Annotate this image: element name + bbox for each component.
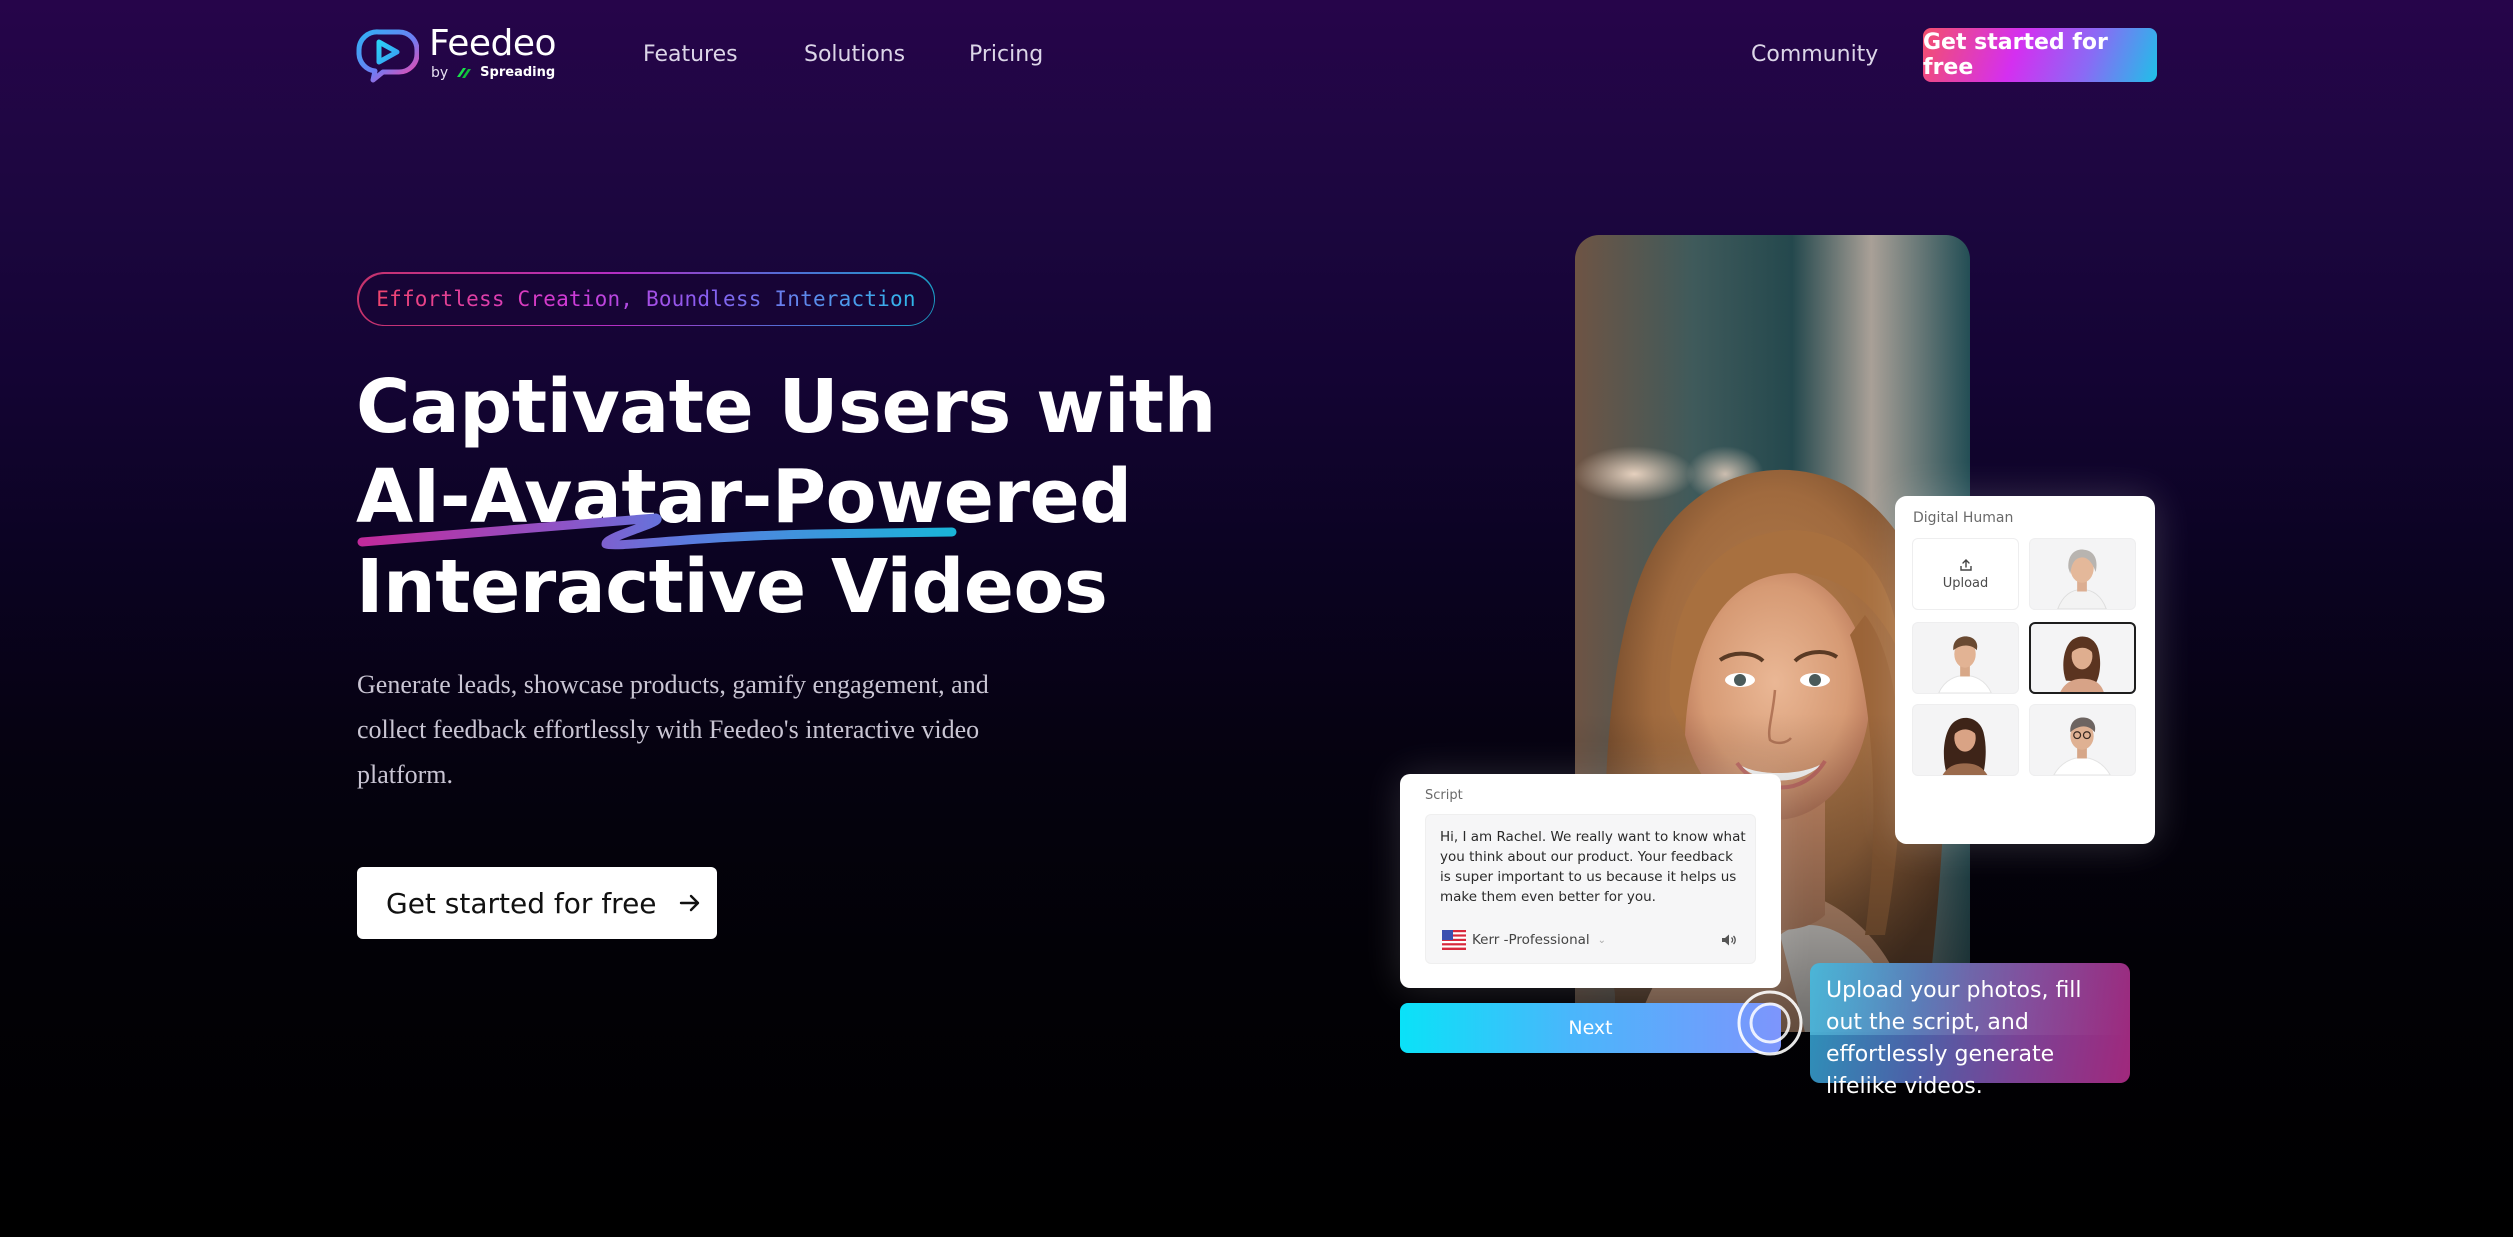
avatar-long-hair-woman-image: [1942, 717, 1988, 775]
by-label: by: [431, 65, 449, 81]
digital-human-panel: Digital Human Upload: [1895, 496, 2155, 844]
nav-community[interactable]: Community: [1751, 40, 1878, 70]
nav-pricing[interactable]: Pricing: [969, 40, 1043, 70]
avatar-option-brunette-woman-selected[interactable]: [2029, 622, 2136, 694]
script-panel: Script Hi, I am Rachel. We really want t…: [1400, 774, 1781, 988]
script-label: Script: [1425, 788, 1463, 803]
spreading-logo-icon: [457, 68, 472, 78]
hero-get-started-button[interactable]: Get started for free: [357, 867, 717, 939]
arrow-right-icon: [679, 894, 699, 912]
avatar-option-young-man[interactable]: [1912, 622, 2019, 694]
brand-name: Feedeo: [429, 23, 557, 64]
upload-icon: [1959, 558, 1972, 571]
callout-text: Upload your photos, fill out the script,…: [1826, 978, 2082, 1099]
hero-title: Captivate Users with AI-Avatar-Powered I…: [356, 362, 1216, 632]
digital-human-title: Digital Human: [1913, 510, 2014, 526]
next-button[interactable]: Next: [1400, 1003, 1781, 1053]
script-textarea[interactable]: Hi, I am Rachel. We really want to know …: [1425, 814, 1756, 964]
avatar-man-with-glasses-image: [2053, 717, 2111, 775]
tagline-pill: Effortless Creation, Boundless Interacti…: [357, 272, 935, 326]
upload-label: Upload: [1942, 575, 1989, 591]
avatar-option-man-with-glasses[interactable]: [2029, 704, 2136, 776]
upload-avatar-button[interactable]: Upload: [1912, 538, 2019, 610]
avatar-young-man-image: [1938, 636, 1992, 693]
brand-byline: by Spreading: [431, 64, 555, 82]
avatar-option-older-woman[interactable]: [2029, 538, 2136, 610]
avatar-option-long-hair-woman[interactable]: [1912, 704, 2019, 776]
hero-description: Generate leads, showcase products, gamif…: [357, 670, 989, 789]
script-text: Hi, I am Rachel. We really want to know …: [1440, 829, 1746, 905]
feedeo-logo[interactable]: Feedeo by Spreading: [355, 24, 565, 84]
feedeo-play-bubble-icon: [356, 29, 419, 83]
chevron-down-icon: ⌄: [1597, 934, 1607, 946]
nav-features[interactable]: Features: [643, 40, 738, 70]
us-flag-icon: [1442, 930, 1466, 950]
speaker-icon[interactable]: [1721, 933, 1737, 947]
avatar-brunette-woman-image: [2060, 636, 2104, 692]
avatar-older-woman-image: [2057, 549, 2107, 609]
tagline-text: Effortless Creation, Boundless Interacti…: [376, 287, 916, 311]
nav-get-started-button[interactable]: Get started for free: [1923, 28, 2157, 82]
parent-brand-name: Spreading: [480, 65, 556, 80]
hero-title-line-3: Interactive Videos: [356, 544, 1108, 630]
voice-select[interactable]: Kerr -Professional ⌄: [1442, 930, 1606, 950]
how-it-works-callout: Upload your photos, fill out the script,…: [1810, 963, 2130, 1099]
hero-cta-label: Get started for free: [386, 886, 657, 920]
hero-title-line-2: AI-Avatar-Powered: [356, 454, 1132, 540]
hero-title-line-1: Captivate Users with: [356, 364, 1216, 450]
nav-solutions[interactable]: Solutions: [804, 40, 905, 70]
voice-name: Kerr -Professional: [1472, 932, 1590, 948]
